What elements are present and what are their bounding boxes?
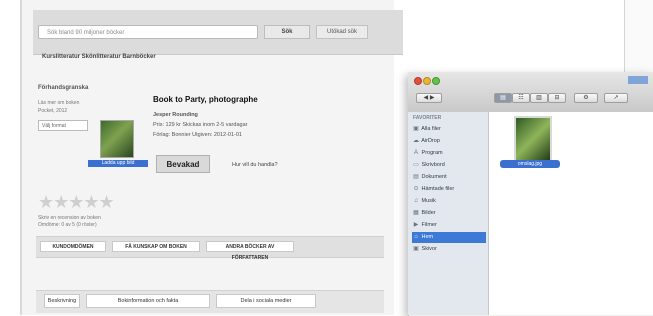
background-window-tag <box>628 76 648 84</box>
sidebar-item-label: Hem <box>421 234 434 240</box>
rating-note[interactable]: Skriv en recension av boken <box>38 215 101 221</box>
sidebar-item-icon: ▣ <box>413 126 419 132</box>
product-detail: Förlag: Bonnier Utgiven: 2012-01-01 <box>153 132 242 138</box>
sidebar-item-icon: ☁ <box>413 138 419 144</box>
share-icon[interactable]: ↗ <box>604 93 628 103</box>
sidebar-item[interactable]: ♫ Musik <box>412 196 486 207</box>
tab-reviews[interactable]: KUNDOMDÖMEN <box>40 241 106 252</box>
sidebar-item[interactable]: ▭ Skrivbord <box>412 160 486 171</box>
rating-summary: Omdöme: 0 av 5 (0 röster) <box>38 222 97 228</box>
cover-image[interactable] <box>100 120 134 158</box>
advanced-search-button[interactable]: Utökad sök <box>316 25 368 39</box>
sidebar-item-icon: ⊙ <box>413 186 419 192</box>
sidebar-item-icon: ▣ <box>413 246 419 252</box>
sidebar-item-label: Dokument <box>421 174 447 180</box>
format-select[interactable]: Välj format <box>38 120 88 131</box>
tab-other-books[interactable]: ANDRA BÖCKER AV FÖRFATTAREN <box>206 241 294 261</box>
icon-view-icon[interactable]: ▤ <box>494 93 512 103</box>
sidebar-item-icon: ♫ <box>413 198 419 204</box>
product-detail: Pris: 129 kr Skickas inom 2-5 vardagar <box>153 122 248 128</box>
tab-about-book[interactable]: FÅ KUNSKAP OM BOKEN <box>112 241 200 252</box>
search-input[interactable]: Sök bland 90 miljoner böcker <box>38 25 258 39</box>
file-name-label[interactable]: omslag.jpg <box>500 160 560 168</box>
sidebar-item-icon: A <box>413 150 418 156</box>
sidebar-item[interactable]: ⊙ Hämtade filer <box>412 184 486 195</box>
coverflow-view-icon[interactable]: ⊟ <box>548 93 566 103</box>
rating-stars[interactable]: ★★★★★ <box>38 192 115 213</box>
tab-description[interactable]: Beskrivning <box>44 294 80 308</box>
preview-label: Förhandsgranska <box>38 85 89 91</box>
tab-book-info[interactable]: Bokinformation och fakta <box>86 294 210 308</box>
sidebar-item-label: Filmer <box>421 222 437 228</box>
minimize-icon[interactable] <box>423 77 431 85</box>
list-view-icon[interactable]: ☷ <box>512 93 530 103</box>
sidebar-item[interactable]: ▶ Filmer <box>412 220 486 231</box>
sidebar-item[interactable]: ▣ Skivor <box>412 244 486 255</box>
sidebar-item-label: Musik <box>421 198 436 204</box>
sidebar-item-label: Bilder <box>421 210 436 216</box>
zoom-icon[interactable] <box>432 77 440 85</box>
sidebar-item-label: Program <box>421 150 443 156</box>
sidebar-item[interactable]: ▣ Alla filer <box>412 124 486 135</box>
sidebar-item-icon: ▦ <box>413 210 419 216</box>
cover-caption[interactable]: Ladda upp bild <box>88 160 148 167</box>
sidebar-header: FAVORITER <box>413 115 442 121</box>
product-title: Book to Party, photographe <box>153 95 258 104</box>
image-file-icon[interactable] <box>514 116 552 162</box>
sidebar-item-icon: ▭ <box>413 162 419 168</box>
watch-button[interactable]: Bevakad <box>156 155 210 173</box>
category-nav[interactable]: Kurslitteratur Skönlitteratur Barnböcker <box>42 54 156 60</box>
sidebar-item[interactable]: ⌂ Hem <box>412 232 486 243</box>
back-forward-icon[interactable]: ◀ ▶ <box>416 93 442 103</box>
sidebar-item-label: Skrivbord <box>421 162 445 168</box>
sidebar-item-label: AirDrop <box>421 138 440 144</box>
column-view-icon[interactable]: ▥ <box>530 93 548 103</box>
product-author[interactable]: Jesper Rounding <box>153 112 198 118</box>
search-button[interactable]: Sök <box>264 25 310 39</box>
sidebar-item-icon: ⌂ <box>414 234 418 240</box>
sidebar-item-icon: ▤ <box>413 174 419 180</box>
meta-line: Läs mer om boken <box>38 100 80 106</box>
sidebar-item-icon: ▶ <box>413 222 419 228</box>
sidebar-item[interactable]: ▦ Bilder <box>412 208 486 219</box>
sidebar-item[interactable]: ▤ Dokument <box>412 172 486 183</box>
sidebar-item-label: Hämtade filer <box>421 186 455 192</box>
sidebar-item[interactable]: ☁ AirDrop <box>412 136 486 147</box>
how-to-buy-link[interactable]: Hur vill du handla? <box>232 162 278 168</box>
meta-line: Pocket, 2012 <box>38 108 68 114</box>
close-icon[interactable] <box>414 77 422 85</box>
sidebar-item-label: Alla filer <box>421 126 441 132</box>
background-window-edge <box>624 0 653 72</box>
sidebar-item-label: Skivor <box>421 246 437 252</box>
tab-share[interactable]: Dela i sociala medier <box>216 294 316 308</box>
sidebar-item[interactable]: A Program <box>412 148 486 159</box>
gear-icon[interactable]: ⚙ <box>574 93 598 103</box>
